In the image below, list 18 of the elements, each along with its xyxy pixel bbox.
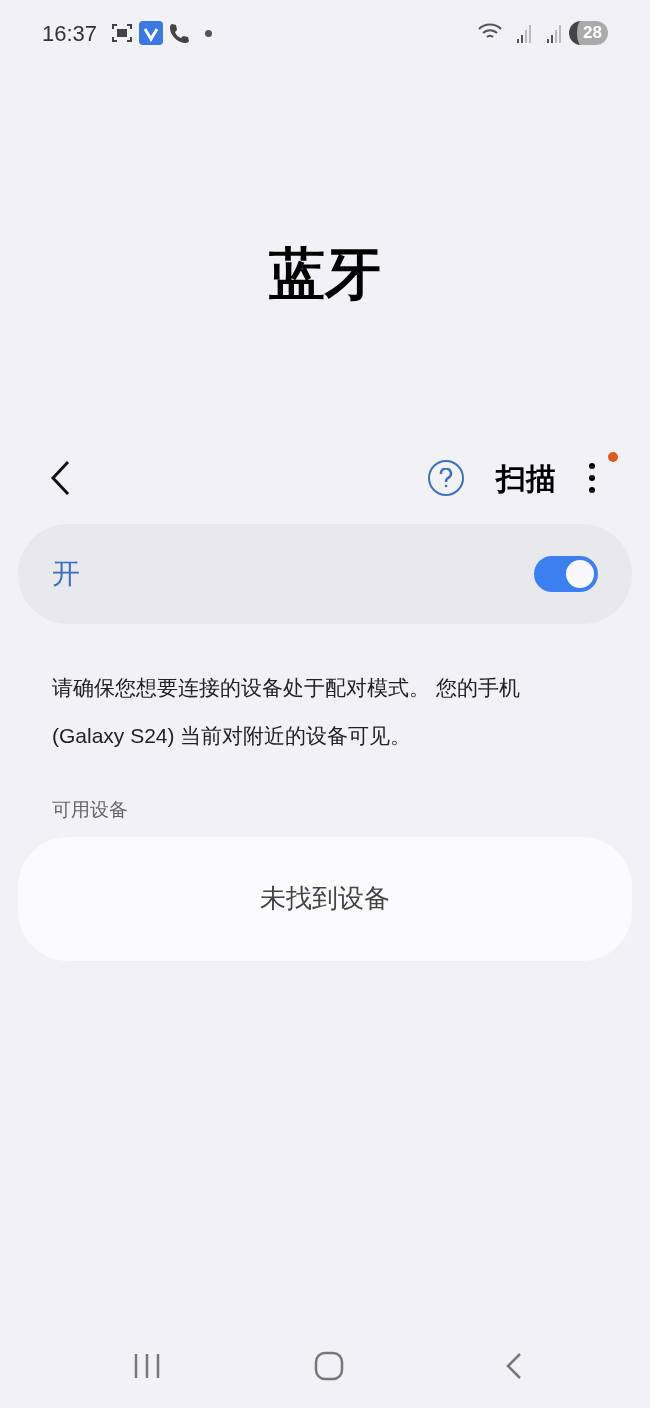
question-mark-icon (438, 468, 454, 488)
bluetooth-switch-row[interactable]: 开 (18, 524, 632, 624)
battery-level: 28 (569, 21, 608, 45)
scan-button[interactable]: 扫描 (496, 455, 556, 501)
toggle-switch[interactable] (534, 556, 598, 592)
help-button[interactable] (428, 460, 464, 496)
app-icon (139, 21, 164, 45)
screenshot-icon (111, 22, 134, 44)
switch-label: 开 (52, 557, 80, 591)
recent-apps-icon[interactable] (133, 1352, 161, 1380)
empty-message: 未找到设备 (260, 882, 390, 915)
back-icon[interactable] (506, 1352, 522, 1380)
page-title: 蓝牙 (268, 242, 382, 306)
home-icon[interactable] (314, 1351, 344, 1381)
section-header: 可用设备 (52, 798, 129, 822)
status-time: 16:37 (42, 19, 98, 48)
description-text: 请确保您想要连接的设备处于配对模式。 您的手机 (Galaxy S24) 当前对附近的设备可见。 (52, 675, 521, 749)
phone-icon (167, 21, 192, 45)
